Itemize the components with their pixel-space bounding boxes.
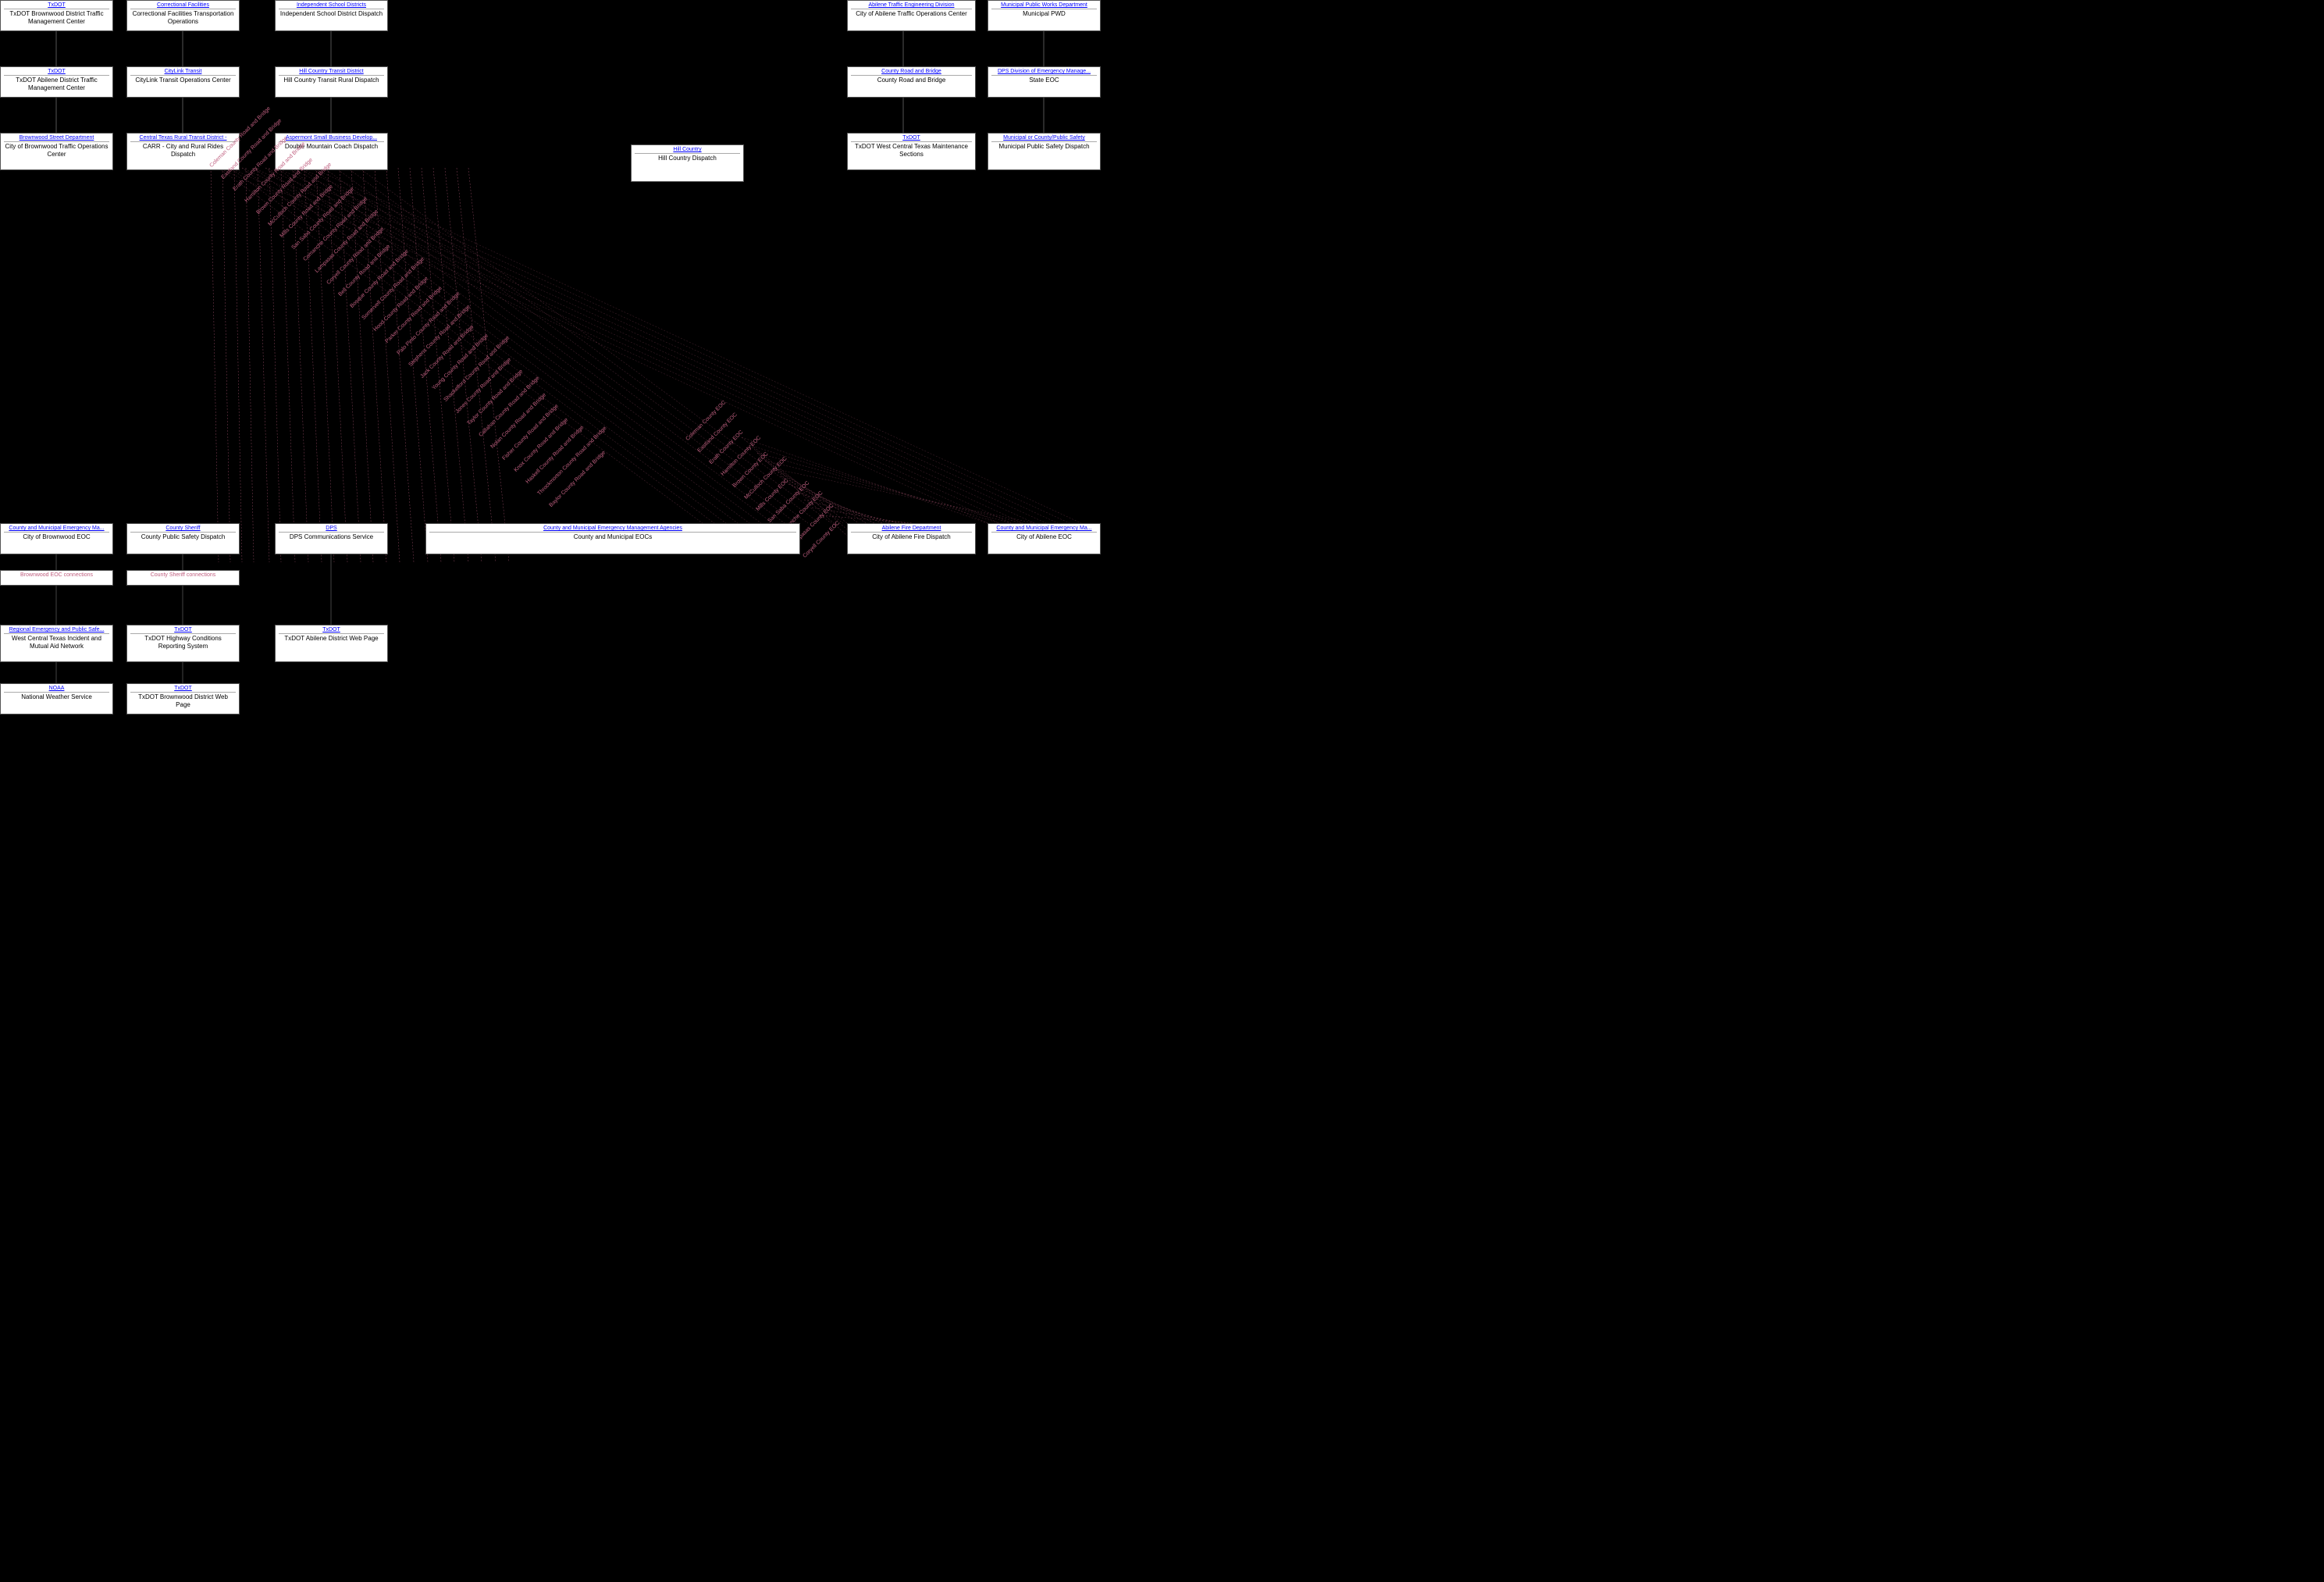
municipal-pwo: Municipal Public Works Department Munici… (988, 0, 1101, 31)
noaa-nws: NOAA National Weather Service (0, 683, 113, 714)
txdot-abilene-web: TxDOT TxDOT Abilene District Web Page (275, 625, 388, 662)
city-brownwood-eoc: County and Municipal Emergency Ma... Cit… (0, 523, 113, 554)
diagonal-labels-right: Coleman County EOC Eastland County EOC E… (687, 437, 921, 531)
diagonal-labels-left: Coleman County Road and Bridge Eastland … (211, 164, 757, 554)
dps-communications: DPS DPS Communications Service (275, 523, 388, 554)
county-road-bridge: County Road and Bridge County Road and B… (847, 66, 976, 98)
west-central-texas-incident: Regional Emergency and Public Safe... We… (0, 625, 113, 662)
city-abilene-eoc: County and Municipal Emergency Ma... Cit… (988, 523, 1101, 554)
dps-div-emergency: DPS Division of Emergency Manage... Stat… (988, 66, 1101, 98)
txdot-brownwood-web: TxDOT TxDOT Brownwood District Web Page (126, 683, 240, 714)
txdot-west-central: TxDOT TxDOT West Central Texas Maintenan… (847, 133, 976, 170)
txdot-abilene-traffic: TxDOT TxDOT Abilene District Traffic Man… (0, 66, 113, 98)
isd-dispatch: Independent School Districts Independent… (275, 0, 388, 31)
txdot-highway-conditions: TxDOT TxDOT Highway Conditions Reporting… (126, 625, 240, 662)
brownwood-street: Brownwood Street Department City of Brow… (0, 133, 113, 170)
county-sheriff-dispatch: County Sheriff County Public Safety Disp… (126, 523, 240, 554)
diagram-container: TxDOT TxDOT Brownwood District Traffic M… (0, 0, 2324, 1582)
hill-country-transit: Hill Country Transit District Hill Count… (275, 66, 388, 98)
abilene-traffic-ops: Abilene Traffic Engineering Division Cit… (847, 0, 976, 31)
small-label-2: County Sheriff connections (126, 570, 240, 586)
txdot-brownwood-traffic: TxDOT TxDOT Brownwood District Traffic M… (0, 0, 113, 31)
abilene-fire-dispatch: Abilene Fire Department City of Abilene … (847, 523, 976, 554)
municipal-county-public-safety: Municipal or County/Public Safety Munici… (988, 133, 1101, 170)
county-municipal-eocs: County and Municipal Emergency Managemen… (425, 523, 800, 554)
citylink-transit: CityLink Transit CityLink Transit Operat… (126, 66, 240, 98)
small-label-1: Brownwood EOC connections (0, 570, 113, 586)
correctional-facilities: Correctional Facilities Correctional Fac… (126, 0, 240, 31)
